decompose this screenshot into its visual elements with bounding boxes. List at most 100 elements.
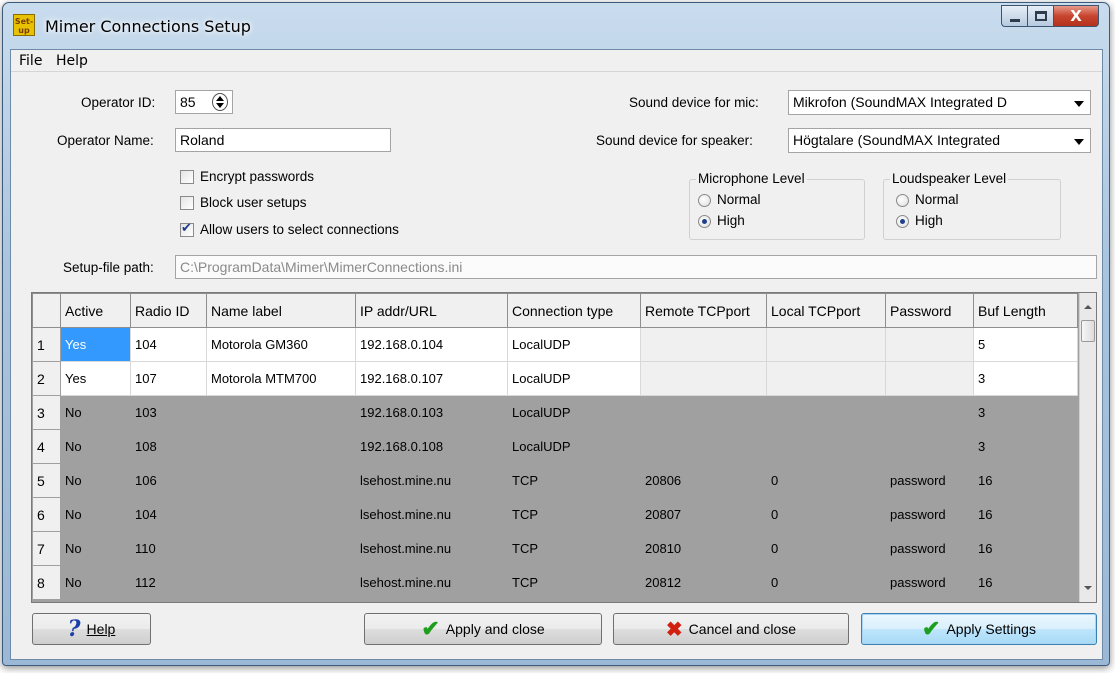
- scroll-up-arrow-icon[interactable]: [1084, 305, 1092, 309]
- ip-address-cell[interactable]: lsehost.mine.nu: [355, 531, 508, 566]
- name-label-cell[interactable]: Motorola MTM700: [206, 361, 356, 396]
- remote-tcp-port-column-header[interactable]: Remote TCPport: [640, 293, 767, 328]
- remote-tcp-port-cell[interactable]: 20812: [640, 565, 767, 600]
- connections-grid[interactable]: Active Radio ID Name label IP addr/URL C…: [31, 292, 1097, 603]
- active-column-header[interactable]: Active: [60, 293, 131, 328]
- apply-settings-button[interactable]: ✔ Apply Settings: [861, 613, 1097, 645]
- menu-file[interactable]: File: [19, 53, 42, 69]
- radio-id-cell[interactable]: 104: [130, 327, 207, 362]
- buf-length-cell[interactable]: 16: [973, 497, 1078, 532]
- ip-address-cell[interactable]: 192.168.0.104: [355, 327, 508, 362]
- password-cell[interactable]: password: [885, 531, 974, 566]
- ip-address-cell[interactable]: 192.168.0.107: [355, 361, 508, 396]
- radio-id-cell[interactable]: 110: [130, 531, 207, 566]
- connection-type-cell[interactable]: TCP: [507, 531, 641, 566]
- local-tcp-port-cell[interactable]: 0: [766, 463, 886, 498]
- buf-length-column-header[interactable]: Buf Length: [973, 293, 1078, 328]
- menu-help[interactable]: Help: [56, 53, 88, 69]
- radio-id-column-header[interactable]: Radio ID: [130, 293, 207, 328]
- password-cell[interactable]: password: [885, 463, 974, 498]
- scroll-down-arrow-icon[interactable]: [1084, 586, 1092, 590]
- speaker-high-label[interactable]: High: [915, 213, 943, 228]
- ip-address-cell[interactable]: lsehost.mine.nu: [355, 463, 508, 498]
- help-button[interactable]: ? Help: [32, 613, 151, 645]
- buf-length-cell[interactable]: 16: [973, 565, 1078, 600]
- connection-type-cell[interactable]: TCP: [507, 565, 641, 600]
- encrypt-passwords-label[interactable]: Encrypt passwords: [200, 169, 314, 184]
- name-label-cell[interactable]: [206, 531, 356, 566]
- speaker-high-radio[interactable]: [896, 215, 909, 228]
- connection-type-cell[interactable]: LocalUDP: [507, 395, 641, 430]
- connection-type-cell[interactable]: LocalUDP: [507, 361, 641, 396]
- local-tcp-port-cell[interactable]: [766, 395, 886, 430]
- radio-id-cell[interactable]: 107: [130, 361, 207, 396]
- apply-and-close-button[interactable]: ✔ Apply and close: [364, 613, 602, 645]
- name-label-cell[interactable]: Motorola GM360: [206, 327, 356, 362]
- password-cell[interactable]: [885, 361, 974, 396]
- ip-address-cell[interactable]: lsehost.mine.nu: [355, 497, 508, 532]
- maximize-button[interactable]: [1027, 5, 1053, 27]
- local-tcp-port-cell[interactable]: 0: [766, 531, 886, 566]
- local-tcp-port-cell[interactable]: 0: [766, 497, 886, 532]
- password-cell[interactable]: [885, 327, 974, 362]
- mic-high-label[interactable]: High: [717, 213, 745, 228]
- buf-length-cell[interactable]: 16: [973, 463, 1078, 498]
- remote-tcp-port-cell[interactable]: 20807: [640, 497, 767, 532]
- table-row[interactable]: 3 No 103 192.168.0.103 LocalUDP 3: [32, 395, 1078, 430]
- active-cell[interactable]: No: [60, 497, 131, 532]
- connection-type-cell[interactable]: LocalUDP: [507, 429, 641, 464]
- radio-id-cell[interactable]: 108: [130, 429, 207, 464]
- radio-id-cell[interactable]: 112: [130, 565, 207, 600]
- connection-type-cell[interactable]: TCP: [507, 463, 641, 498]
- remote-tcp-port-cell[interactable]: 20806: [640, 463, 767, 498]
- active-cell[interactable]: No: [60, 429, 131, 464]
- remote-tcp-port-cell[interactable]: [640, 327, 767, 362]
- table-row[interactable]: 1 Yes 104 Motorola GM360 192.168.0.104 LocalU…: [32, 327, 1078, 362]
- grid-vertical-scrollbar[interactable]: [1079, 293, 1096, 602]
- password-cell[interactable]: [885, 429, 974, 464]
- name-label-cell[interactable]: [206, 497, 356, 532]
- title-bar[interactable]: Set-up Mimer Connections Setup X: [3, 3, 1109, 49]
- ip-address-column-header[interactable]: IP addr/URL: [355, 293, 508, 328]
- setup-file-path-field[interactable]: C:\ProgramData\Mimer\MimerConnections.in…: [175, 255, 1097, 279]
- table-row[interactable]: 7 No 110 lsehost.mine.nu TCP 20810 0 password 16: [32, 531, 1078, 566]
- ip-address-cell[interactable]: lsehost.mine.nu: [355, 565, 508, 600]
- local-tcp-port-column-header[interactable]: Local TCPport: [766, 293, 886, 328]
- remote-tcp-port-cell[interactable]: [640, 361, 767, 396]
- connection-type-cell[interactable]: TCP: [507, 497, 641, 532]
- remote-tcp-port-cell[interactable]: [640, 429, 767, 464]
- allow-select-connections-checkbox[interactable]: [180, 221, 194, 237]
- table-row[interactable]: 6 No 104 lsehost.mine.nu TCP 20807 0 password 16: [32, 497, 1078, 532]
- buf-length-cell[interactable]: 16: [973, 531, 1078, 566]
- close-button[interactable]: X: [1053, 5, 1099, 27]
- name-label-cell[interactable]: [206, 565, 356, 600]
- name-label-cell[interactable]: [206, 429, 356, 464]
- ip-address-cell[interactable]: 192.168.0.103: [355, 395, 508, 430]
- buf-length-cell[interactable]: 3: [973, 429, 1078, 464]
- name-label-cell[interactable]: [206, 463, 356, 498]
- cancel-and-close-button[interactable]: ✖ Cancel and close: [613, 613, 849, 645]
- operator-name-field[interactable]: Roland: [175, 128, 391, 152]
- mic-normal-radio[interactable]: [698, 194, 711, 207]
- buf-length-cell[interactable]: 3: [973, 395, 1078, 430]
- speaker-normal-radio[interactable]: [896, 194, 909, 207]
- scrollbar-thumb[interactable]: [1081, 320, 1095, 342]
- radio-id-cell[interactable]: 106: [130, 463, 207, 498]
- active-cell[interactable]: No: [60, 565, 131, 600]
- ip-address-cell[interactable]: 192.168.0.108: [355, 429, 508, 464]
- password-column-header[interactable]: Password: [885, 293, 974, 328]
- name-label-column-header[interactable]: Name label: [206, 293, 356, 328]
- table-row[interactable]: 4 No 108 192.168.0.108 LocalUDP 3: [32, 429, 1078, 464]
- minimize-button[interactable]: [1001, 5, 1027, 27]
- active-cell[interactable]: No: [60, 531, 131, 566]
- mic-device-select[interactable]: Mikrofon (SoundMAX Integrated D: [788, 90, 1091, 115]
- password-cell[interactable]: [885, 395, 974, 430]
- radio-id-cell[interactable]: 103: [130, 395, 207, 430]
- password-cell[interactable]: password: [885, 565, 974, 600]
- block-user-setups-label[interactable]: Block user setups: [200, 195, 307, 210]
- local-tcp-port-cell[interactable]: [766, 429, 886, 464]
- encrypt-passwords-checkbox[interactable]: [180, 170, 194, 184]
- remote-tcp-port-cell[interactable]: 20810: [640, 531, 767, 566]
- active-cell[interactable]: Yes: [60, 327, 131, 362]
- connection-type-column-header[interactable]: Connection type: [507, 293, 641, 328]
